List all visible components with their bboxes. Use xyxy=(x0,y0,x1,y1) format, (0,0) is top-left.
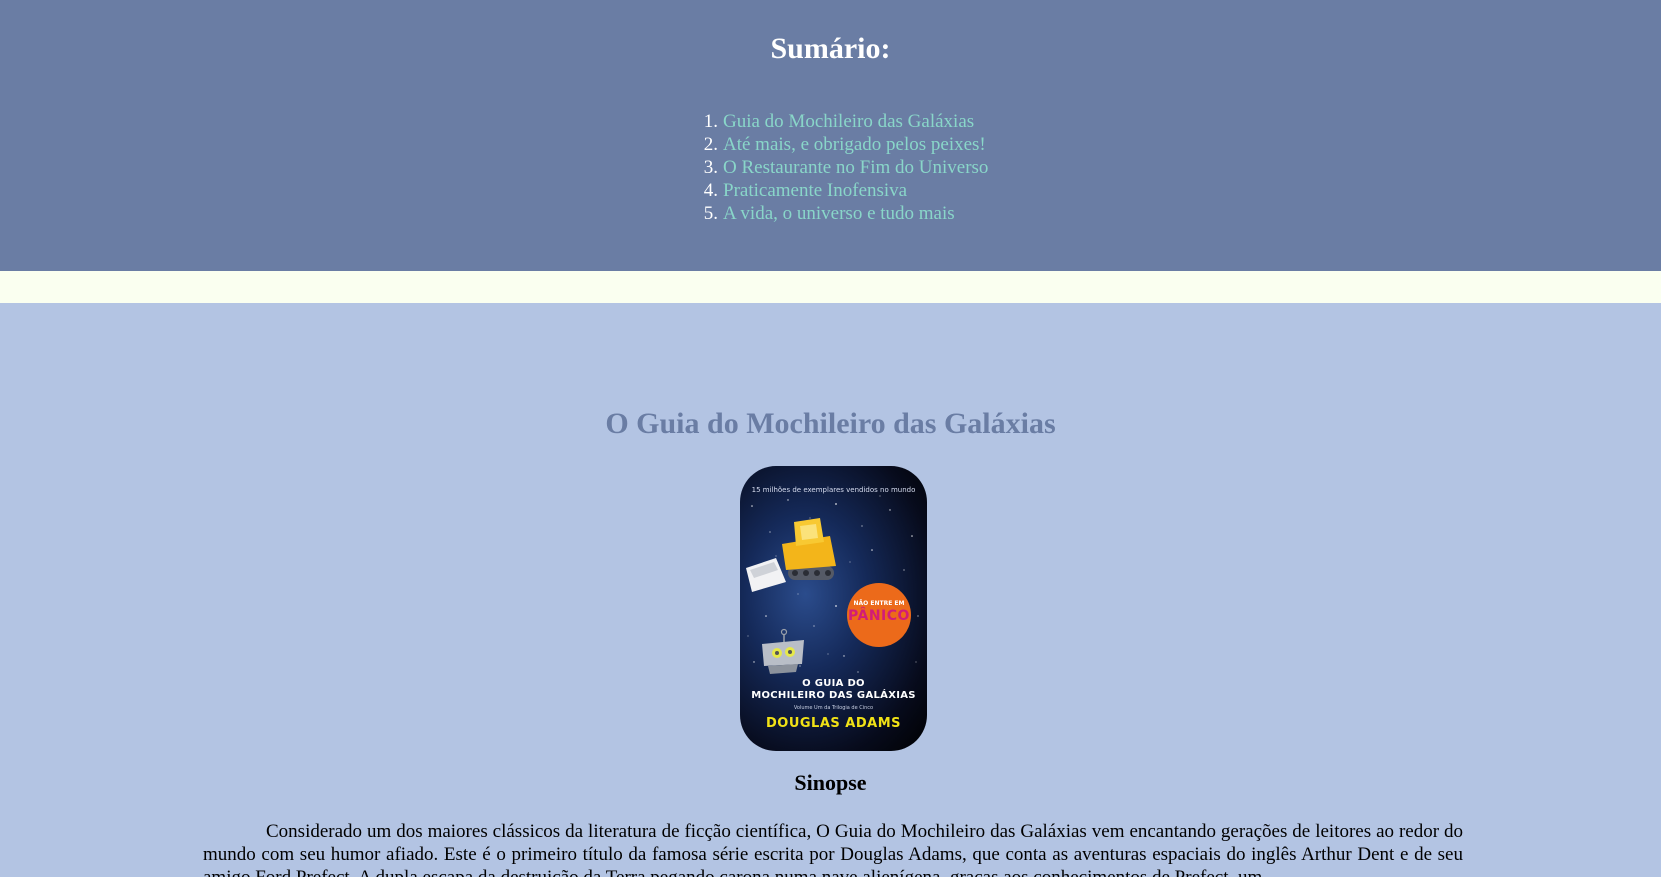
book-section: O Guia do Mochileiro das Galáxias 15 mil… xyxy=(0,303,1661,877)
cover-author: DOUGLAS ADAMS xyxy=(765,716,901,731)
cover-subtitle: Volume Um da Trilogia de Cinco xyxy=(793,705,874,711)
summary-item: 2. Até mais, e obrigado pelos peixes! xyxy=(698,133,988,156)
summary-item: 1. Guia do Mochileiro das Galáxias xyxy=(698,110,988,133)
book-title: O Guia do Mochileiro das Galáxias xyxy=(605,407,1056,440)
cover-title-line2: MOCHILEIRO DAS GALÁXIAS xyxy=(751,690,916,701)
summary-link-a-vida[interactable]: A vida, o universo e tudo mais xyxy=(723,203,955,224)
cover-panic-badge: NÃO ENTRE EM PÂNICO xyxy=(847,583,911,647)
summary-item-number: 4. xyxy=(703,180,718,201)
summary-link-guia[interactable]: Guia do Mochileiro das Galáxias xyxy=(723,111,974,132)
summary-section: Sumário: 1. Guia do Mochileiro das Galáxi… xyxy=(0,0,1661,271)
summary-link-praticamente-inofensiva[interactable]: Praticamente Inofensiva xyxy=(723,180,907,201)
summary-item-number: 2. xyxy=(703,134,718,155)
summary-title: Sumário: xyxy=(770,32,891,65)
bulldozer-icon xyxy=(746,518,836,592)
summary-item-number: 3. xyxy=(703,157,718,178)
cover-book-title: O GUIA DO MOCHILEIRO DAS GALÁXIAS xyxy=(740,678,927,702)
summary-item: 4. Praticamente Inofensiva xyxy=(698,179,988,202)
badge-main-text: PÂNICO xyxy=(848,608,910,624)
summary-item-number: 1. xyxy=(703,111,718,132)
summary-link-ate-mais[interactable]: Até mais, e obrigado pelos peixes! xyxy=(723,134,986,155)
summary-list: 1. Guia do Mochileiro das Galáxias 2. Até … xyxy=(698,110,989,225)
robot-icon xyxy=(762,628,804,674)
badge-top-text: NÃO ENTRE EM xyxy=(853,600,905,607)
summary-item: 5. A vida, o universo e tudo mais xyxy=(698,202,988,225)
book-cover-image: 15 milhões de exemplares vendidos no mun… xyxy=(740,466,927,751)
summary-link-restaurante[interactable]: O Restaurante no Fim do Universo xyxy=(723,157,988,178)
summary-item: 3. O Restaurante no Fim do Universo xyxy=(698,156,989,179)
synopsis-text: Considerado um dos maiores clássicos da … xyxy=(203,821,1463,877)
divider-band xyxy=(0,271,1661,303)
summary-item-number: 5. xyxy=(703,203,718,224)
cover-tagline: 15 milhões de exemplares vendidos no mun… xyxy=(751,486,916,494)
cover-title-line1: O GUIA DO xyxy=(802,678,865,689)
synopsis-heading: Sinopse xyxy=(794,770,867,795)
